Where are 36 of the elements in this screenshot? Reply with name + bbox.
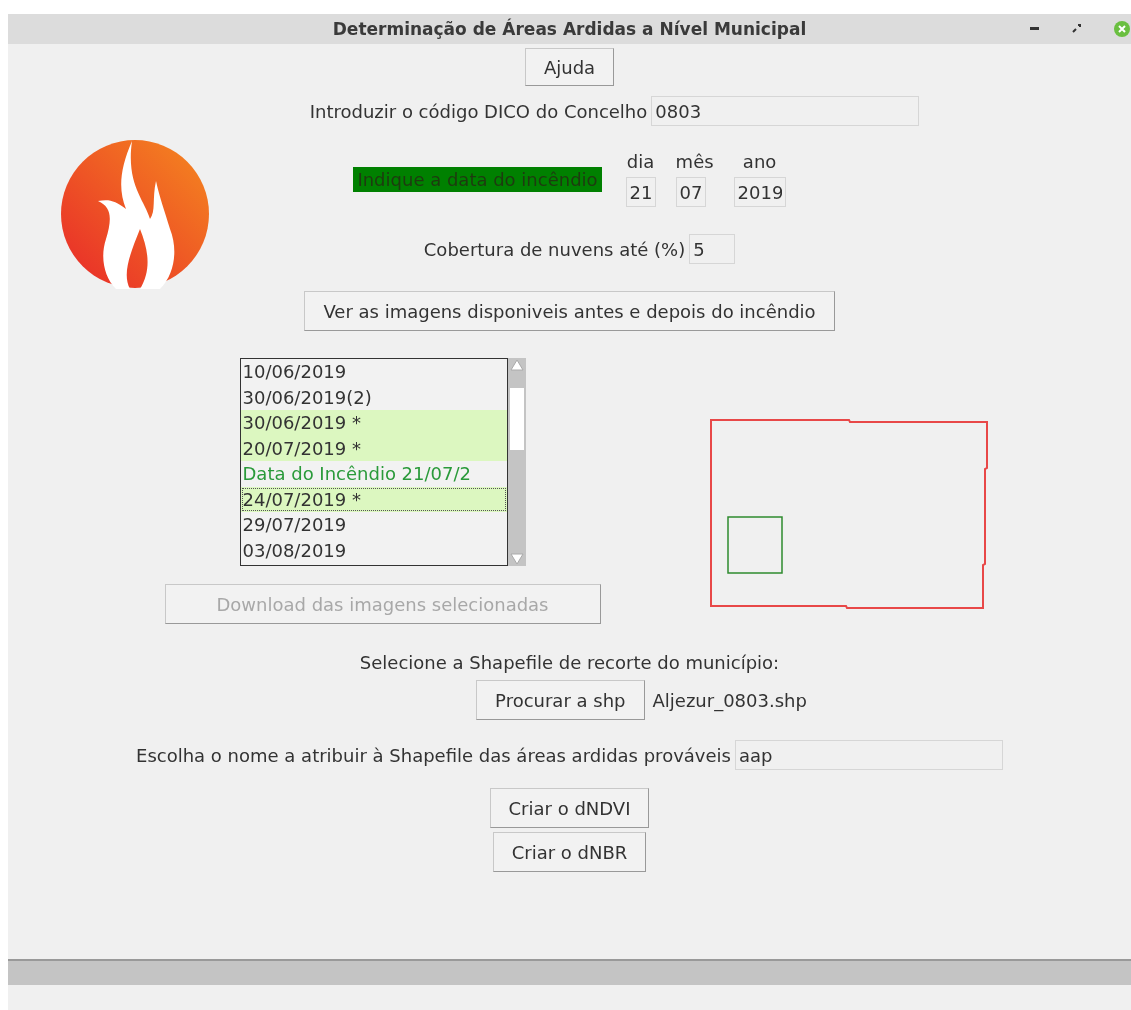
- date-part-field[interactable]: 2019: [733, 177, 786, 207]
- restore-icon[interactable]: [1071, 23, 1083, 35]
- list-item[interactable]: 20/07/2019 *: [240, 435, 507, 461]
- date-part-label: mês: [675, 151, 714, 172]
- cloud-cover-label: Cobertura de nuvens até (%): [423, 238, 686, 260]
- show-images-button[interactable]: Ver as imagens disponiveis antes e depois do incêndio: [304, 291, 835, 331]
- list-item[interactable]: 03/08/2019: [240, 537, 507, 563]
- dico-field[interactable]: 0803: [651, 96, 920, 126]
- list-item[interactable]: 24/07/2019 *: [240, 486, 507, 512]
- browse-shp-button[interactable]: Procurar a shp: [476, 680, 645, 720]
- shapefile-name: Aljezur_0803.shp: [652, 689, 807, 711]
- list-item[interactable]: 30/06/2019(2): [240, 384, 507, 410]
- action-button[interactable]: Criar o dNBR: [492, 832, 647, 872]
- minimize-icon[interactable]: [1029, 27, 1041, 31]
- date-prompt-label: Indique a data do incêndio: [353, 167, 602, 192]
- date-part-field[interactable]: 21: [625, 177, 656, 207]
- cloud-cover-field[interactable]: 5: [689, 234, 736, 264]
- list-item[interactable]: 10/06/2019: [240, 359, 507, 385]
- help-button[interactable]: Ajuda: [524, 48, 615, 86]
- scroll-up-icon[interactable]: [508, 358, 525, 372]
- date-part-label: ano: [742, 151, 777, 172]
- flame-logo-icon: [60, 139, 210, 289]
- dico-label: Introduzir o código DICO do Concelho: [309, 100, 648, 122]
- date-part-label: dia: [626, 151, 655, 172]
- window-title: Determinação de Áreas Ardidas a Nível Municipal: [332, 19, 807, 39]
- list-item[interactable]: 30/06/2019 *: [240, 410, 507, 436]
- scroll-down-icon[interactable]: [508, 552, 525, 566]
- list-item[interactable]: 29/07/2019: [240, 512, 507, 538]
- close-icon[interactable]: [1113, 20, 1131, 38]
- area-square: [726, 516, 783, 574]
- output-name-field[interactable]: aap: [734, 740, 1003, 770]
- scroll-thumb[interactable]: [509, 388, 524, 450]
- shapefile-label: Selecione a Shapefile de recorte do município:: [359, 652, 780, 673]
- output-name-label: Escolha o nome a atribuir à Shapefile das áreas ardidas prováveis: [136, 744, 731, 766]
- date-part-field[interactable]: 07: [675, 177, 706, 207]
- action-button[interactable]: Criar o dNDVI: [489, 788, 650, 828]
